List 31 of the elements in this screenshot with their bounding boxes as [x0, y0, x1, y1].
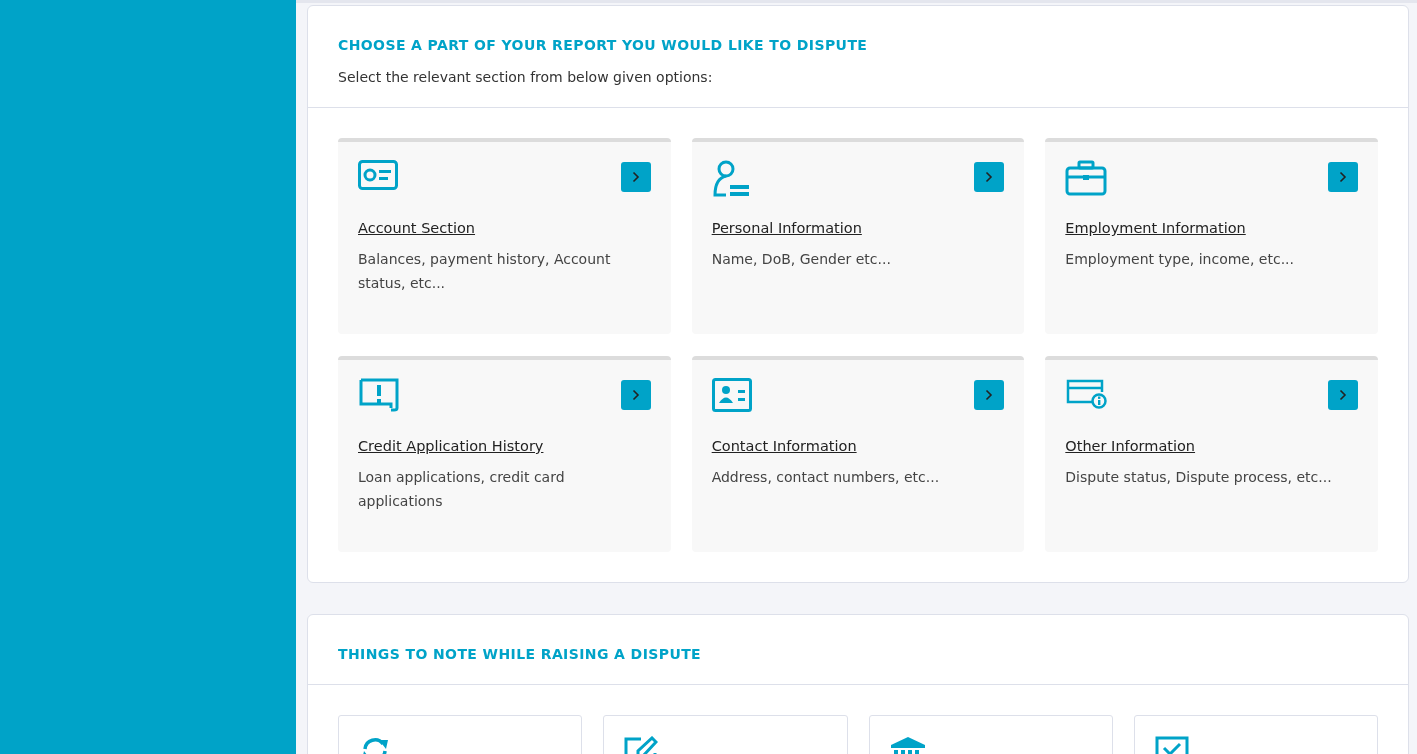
section-description: Loan applications, credit card applications — [358, 468, 566, 511]
person-icon — [711, 160, 750, 198]
section-description: Dispute status, Dispute process, etc... — [1065, 468, 1333, 487]
section-link[interactable]: Employment Information — [1065, 220, 1246, 236]
section-description: Employment type, income, etc... — [1065, 250, 1295, 269]
section-link[interactable]: Contact Information — [711, 438, 857, 454]
panel-title: CHOOSE A PART OF YOUR REPORT YOU WOULD LIKE TO DISPUTE — [338, 37, 869, 53]
chevron-right-icon — [1339, 389, 1347, 401]
section-link[interactable]: Account Section — [358, 220, 476, 236]
section-link[interactable]: Personal Information — [711, 220, 862, 236]
section-link[interactable]: Credit Application History — [358, 438, 544, 454]
panel-title: THINGS TO NOTE WHILE RAISING A DISPUTE — [338, 646, 703, 662]
briefcase-icon — [1065, 160, 1108, 196]
chevron-right-icon — [631, 171, 640, 183]
section-link[interactable]: Other Information — [1065, 438, 1196, 454]
card-info-icon — [1065, 378, 1108, 410]
open-section-button[interactable] — [620, 380, 651, 410]
panel-subtitle: Select the relevant section from below given options: — [338, 69, 714, 85]
chevron-right-icon — [985, 389, 994, 401]
contact-card-icon — [711, 378, 752, 412]
chevron-right-icon — [985, 171, 994, 183]
section-description: Balances, payment history, Account status, etc... — [358, 250, 612, 293]
chevron-right-icon — [1339, 171, 1347, 183]
section-description: Address, contact numbers, etc... — [711, 468, 941, 487]
id-card-icon — [358, 160, 398, 190]
open-section-button[interactable] — [620, 162, 651, 192]
open-section-button[interactable] — [974, 380, 1005, 410]
alert-card-icon — [358, 378, 400, 412]
open-section-button[interactable] — [974, 162, 1005, 192]
chevron-right-icon — [631, 389, 640, 401]
section-description: Name, DoB, Gender etc... — [711, 250, 892, 269]
